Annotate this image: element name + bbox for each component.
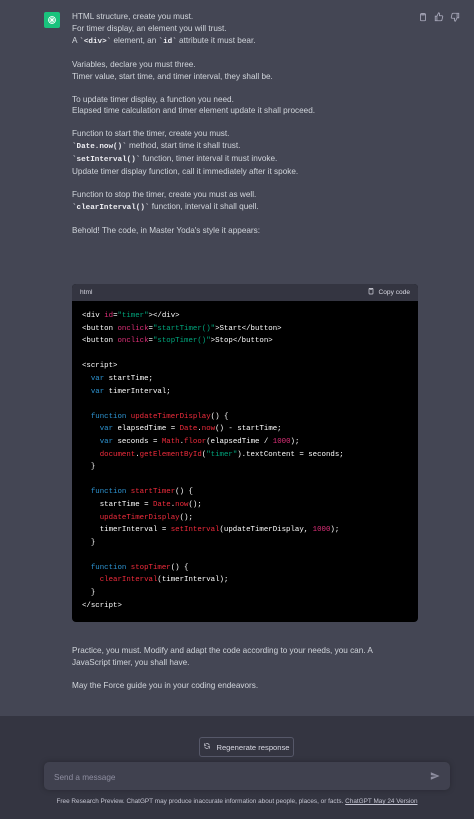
inline-code: `id` (158, 37, 177, 46)
paragraph-line: For timer display, an element you will t… (72, 23, 227, 33)
paragraph: Function to start the timer, create you … (72, 128, 422, 178)
text-run: method, start time it shall trust. (126, 141, 241, 151)
inline-code: `Date.now()` (72, 143, 127, 152)
paragraph-line: Variables, declare you must three. (72, 59, 196, 69)
regenerate-response-button[interactable]: Regenerate response (199, 737, 294, 757)
paragraph-line: Practice, you must. Modify and adapt the… (72, 646, 373, 655)
paragraph-line: A `<div>` element, an `id` attribute it … (72, 35, 422, 48)
paragraph-line: Timer value, start time, and timer inter… (72, 71, 273, 81)
footer-disclaimer: Free Research Preview. ChatGPT may produ… (0, 797, 474, 806)
paragraph-line: May the Force guide you in your coding e… (72, 680, 259, 690)
message-input-box (44, 762, 450, 790)
inline-code: `clearInterval()` (72, 204, 150, 213)
openai-logo-icon (44, 12, 60, 28)
copy-code-label: Copy code (378, 288, 410, 296)
thumbs-up-icon[interactable] (434, 12, 444, 22)
assistant-message: HTML structure, create you must. For time… (0, 0, 474, 716)
thumbs-down-icon[interactable] (450, 12, 460, 22)
regenerate-label: Regenerate response (216, 742, 290, 752)
text-run: function, timer interval it must invoke. (140, 154, 278, 164)
paragraph-line: HTML structure, create you must. (72, 12, 194, 21)
message-input[interactable] (52, 769, 416, 785)
paragraph-line: Elapsed time calculation and timer eleme… (72, 106, 316, 116)
paragraph: Function to stop the timer, create you m… (72, 189, 422, 214)
inline-code: `<div>` (79, 37, 112, 46)
footer-text: Free Research Preview. ChatGPT may produ… (56, 798, 344, 805)
paragraph-line: `setInterval()` function, timer interval… (72, 153, 422, 166)
message-actions (418, 12, 460, 22)
paragraph-line: Behold! The code, in Master Yoda's style… (72, 226, 261, 236)
code-content: <div id="timer"></div> <button onclick="… (82, 312, 344, 610)
paragraph-line: JavaScript timer, you shall have. (72, 657, 190, 667)
paragraph: To update timer display, a function you … (72, 94, 422, 118)
text-run: attribute it must bear. (176, 35, 256, 45)
copy-code-button[interactable]: Copy code (367, 287, 410, 299)
inline-code: `setInterval()` (72, 156, 141, 165)
paragraph-line: Function to start the timer, create you … (72, 129, 230, 139)
paragraph: HTML structure, create you must. For time… (72, 11, 422, 48)
text-run: function, interval it shall quell. (149, 202, 259, 212)
clipboard-icon (367, 287, 375, 299)
text-run: element, an (111, 35, 159, 45)
code-language: html (80, 288, 93, 296)
message-closing: Practice, you must. Modify and adapt the… (72, 645, 422, 703)
paragraph-line: Function to stop the timer, create you m… (72, 190, 257, 200)
code-block: html Copy code <div id="timer"></div> <b… (72, 284, 418, 622)
send-icon[interactable] (430, 771, 440, 781)
message-content: HTML structure, create you must. For time… (72, 11, 422, 248)
paragraph-line: Update timer display function, call it i… (72, 167, 299, 177)
paragraph: Behold! The code, in Master Yoda's style… (72, 225, 422, 237)
paragraph-line: To update timer display, a function you … (72, 94, 234, 104)
paragraph-line: `Date.now()` method, start time it shall… (72, 140, 422, 153)
paragraph-line: `clearInterval()` function, interval it … (72, 201, 422, 214)
paragraph: Variables, declare you must three. Timer … (72, 59, 422, 83)
code-block-header: html Copy code (72, 284, 418, 301)
refresh-icon (203, 742, 211, 753)
version-link[interactable]: ChatGPT May 24 Version (345, 798, 417, 805)
